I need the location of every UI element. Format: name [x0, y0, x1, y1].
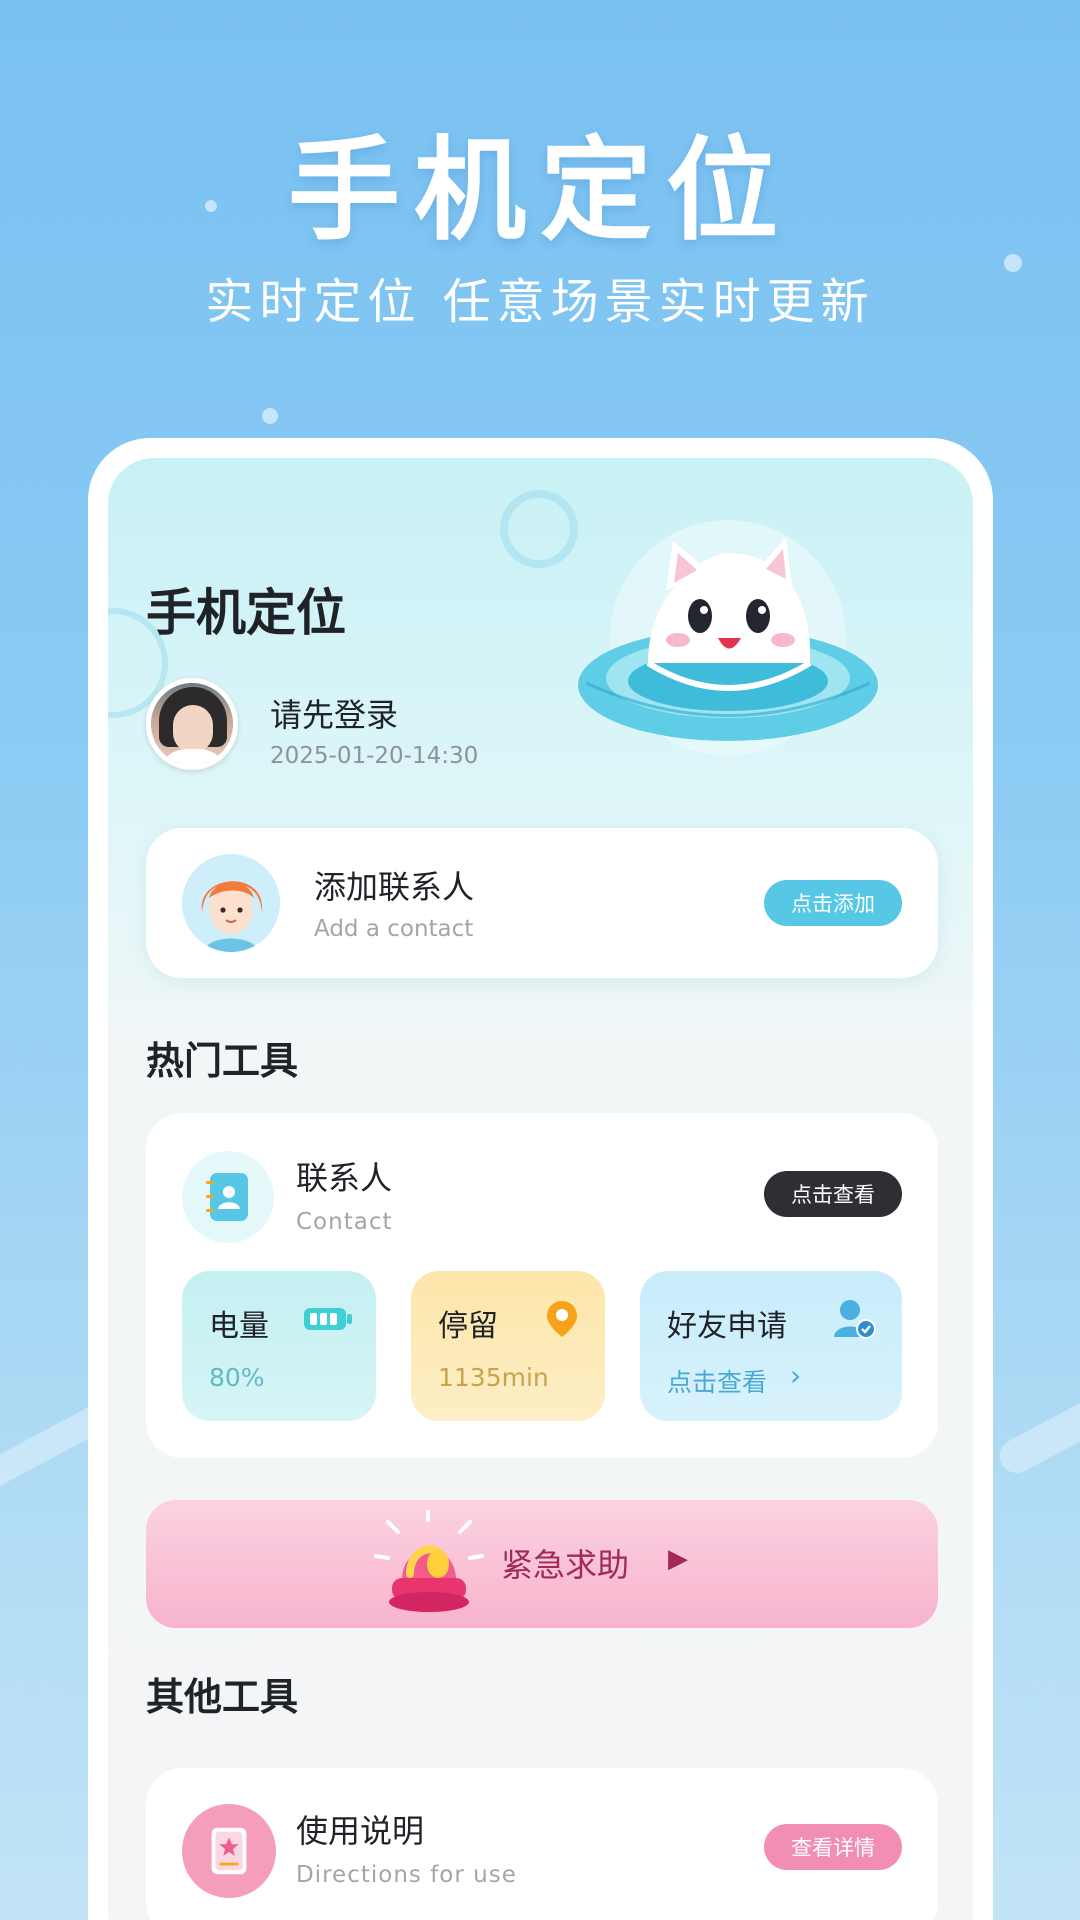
add-contact-card[interactable]: 添加联系人 Add a contact 点击添加 — [146, 828, 938, 978]
login-timestamp: 2025-01-20-14:30 — [270, 743, 479, 769]
promo-title: 手机定位 — [288, 126, 792, 256]
decorative-ring — [500, 490, 578, 568]
battery-tile[interactable]: 电量 80% — [182, 1271, 376, 1421]
emergency-help-label: 紧急求助 — [501, 1546, 630, 1584]
app-title: 手机定位 — [146, 584, 346, 642]
manual-book-icon — [182, 1804, 276, 1898]
view-contacts-button[interactable]: 点击查看 — [764, 1171, 902, 1217]
promo-subtitle: 实时定位 任意场景实时更新 — [205, 274, 875, 330]
chevron-right-icon: › — [790, 1359, 802, 1392]
manual-title: 使用说明 — [296, 1812, 425, 1850]
add-contact-button[interactable]: 点击添加 — [764, 880, 902, 926]
manual-subtitle: Directions for use — [296, 1862, 517, 1888]
emergency-help-button[interactable]: 紧急求助 ▶ — [146, 1500, 938, 1628]
friend-request-link[interactable]: 点击查看 — [667, 1363, 767, 1399]
other-tools-card: 使用说明 Directions for use 查看详情 — [146, 1768, 938, 1920]
hot-tools-card: 联系人 Contact 点击查看 电量 80% 停留 1135min 好友申请 … — [146, 1113, 938, 1458]
contact-title: 联系人 — [296, 1159, 393, 1197]
background-streak — [993, 1355, 1080, 1479]
alarm-siren-icon — [374, 1510, 484, 1612]
location-pin-icon — [547, 1301, 577, 1337]
contact-book-icon — [182, 1151, 274, 1243]
stay-duration-tile[interactable]: 停留 1135min — [411, 1271, 605, 1421]
phone-frame: 手机定位 请先登录 2025-01-20-14:30 添加联系人 Add a c… — [88, 438, 993, 1920]
battery-value: 80% — [209, 1363, 265, 1392]
view-details-button[interactable]: 查看详情 — [764, 1824, 902, 1870]
login-prompt[interactable]: 请先登录 — [270, 690, 398, 736]
friend-request-tile[interactable]: 好友申请 点击查看 › — [640, 1271, 902, 1421]
cat-planet-mascot-icon — [578, 520, 878, 756]
battery-icon — [304, 1308, 352, 1330]
app-screen: 手机定位 请先登录 2025-01-20-14:30 添加联系人 Add a c… — [108, 458, 973, 1920]
friend-request-label: 好友申请 — [667, 1309, 787, 1344]
hot-tools-section-title: 热门工具 — [146, 1039, 299, 1083]
contact-subtitle: Contact — [296, 1209, 393, 1235]
other-tools-section-title: 其他工具 — [146, 1675, 299, 1719]
user-avatar[interactable] — [146, 678, 238, 770]
cartoon-girl-avatar-icon — [182, 854, 280, 952]
stay-value: 1135min — [438, 1363, 549, 1392]
add-contact-subtitle: Add a contact — [314, 916, 474, 942]
stay-label: 停留 — [438, 1309, 498, 1344]
user-verified-icon — [834, 1300, 876, 1339]
background-sparkle — [262, 408, 278, 424]
play-arrow-icon: ▶ — [668, 1544, 688, 1574]
add-contact-title: 添加联系人 — [314, 868, 475, 906]
battery-label: 电量 — [209, 1309, 269, 1344]
